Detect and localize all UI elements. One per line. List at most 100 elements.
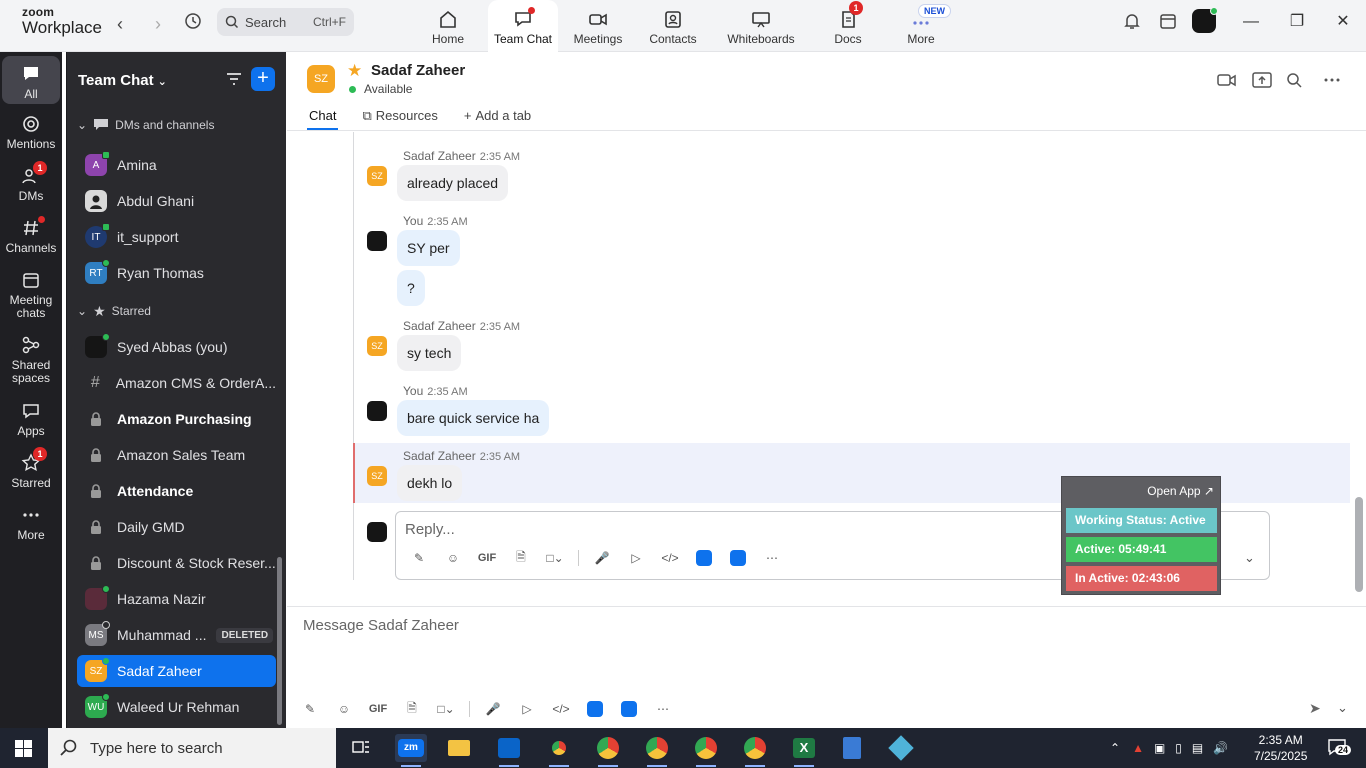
- share-screen-icon[interactable]: [1252, 71, 1272, 89]
- sidebar-item-discount-stock[interactable]: Discount & Stock Reser...: [77, 547, 276, 579]
- tab-chat[interactable]: Chat: [307, 108, 339, 130]
- sidebar-item-amazon-sales-team[interactable]: Amazon Sales Team: [77, 439, 276, 471]
- star-icon[interactable]: ★: [347, 61, 362, 81]
- rail-meeting-chats[interactable]: Meeting chats: [2, 270, 60, 320]
- avatar[interactable]: [367, 231, 387, 251]
- volume-icon[interactable]: 🔊: [1213, 741, 1228, 755]
- rail-more[interactable]: More: [2, 505, 60, 542]
- message-bubble[interactable]: dekh lo: [397, 465, 463, 501]
- file-icon[interactable]: 🗎: [395, 699, 429, 719]
- sidebar-title[interactable]: Team Chat ⌄: [78, 72, 167, 89]
- back-icon[interactable]: ‹: [108, 12, 132, 36]
- section-starred[interactable]: ⌄ ★ Starred: [77, 301, 151, 321]
- app-icon[interactable]: [612, 699, 646, 719]
- network-icon[interactable]: ▤: [1192, 741, 1203, 755]
- taskbar-search[interactable]: Type here to search: [48, 728, 336, 768]
- more-options-icon[interactable]: ⋯: [755, 548, 789, 568]
- sidebar-item-ryan-thomas[interactable]: RT Ryan Thomas: [77, 257, 276, 289]
- avatar[interactable]: [367, 401, 387, 421]
- camera-icon[interactable]: ▣: [1154, 741, 1165, 755]
- screenshot-icon[interactable]: □⌄: [538, 548, 572, 568]
- emoji-icon[interactable]: ☺: [327, 699, 361, 719]
- tab-docs[interactable]: Docs: [813, 0, 883, 52]
- video-message-icon[interactable]: ▷: [619, 548, 653, 568]
- gif-button[interactable]: GIF: [470, 548, 504, 568]
- search-box[interactable]: Search Ctrl+F: [217, 8, 354, 36]
- code-icon[interactable]: </>: [544, 699, 578, 719]
- sidebar-item-muhammad[interactable]: MS Muhammad ... DELETED: [77, 619, 276, 651]
- taskbar-clock[interactable]: 2:35 AM 7/25/2025: [1254, 732, 1307, 764]
- rail-shared-spaces[interactable]: Shared spaces: [2, 335, 60, 385]
- message-bubble[interactable]: bare quick service ha: [397, 400, 550, 436]
- microphone-icon[interactable]: 🎤: [476, 699, 510, 719]
- message-input[interactable]: Message Sadaf Zaheer: [303, 617, 459, 634]
- tab-meetings[interactable]: Meetings: [563, 0, 633, 52]
- rail-channels[interactable]: Channels: [2, 218, 60, 255]
- open-app-link[interactable]: Open App ↗: [1147, 484, 1214, 498]
- bell-icon[interactable]: [1120, 12, 1144, 36]
- format-icon[interactable]: ✎: [402, 548, 436, 568]
- avatar[interactable]: SZ: [367, 166, 387, 186]
- history-icon[interactable]: [181, 12, 205, 36]
- sidebar-item-it-support[interactable]: IT it_support: [77, 221, 276, 253]
- app-icon[interactable]: [885, 734, 917, 762]
- acrobat-icon[interactable]: ▲: [1132, 741, 1144, 755]
- tab-team-chat[interactable]: Team Chat: [488, 0, 558, 52]
- calculator-icon[interactable]: [836, 734, 868, 762]
- sidebar-item-sadaf-zaheer[interactable]: SZ Sadaf Zaheer: [77, 655, 276, 687]
- chrome-icon[interactable]: [641, 734, 673, 767]
- battery-icon[interactable]: ▯: [1175, 741, 1182, 755]
- chevron-up-icon[interactable]: ⌃: [1110, 741, 1120, 755]
- task-view-icon[interactable]: [345, 734, 377, 762]
- search-icon[interactable]: [1285, 71, 1305, 89]
- tab-home[interactable]: Home: [413, 0, 483, 52]
- avatar[interactable]: [1192, 7, 1218, 33]
- chevron-down-icon[interactable]: ⌄: [1244, 550, 1255, 566]
- notification-icon[interactable]: 24: [1327, 738, 1352, 756]
- file-explorer-icon[interactable]: [443, 734, 475, 762]
- tab-whiteboards[interactable]: Whiteboards: [718, 0, 804, 52]
- message-bubble[interactable]: sy tech: [397, 335, 462, 371]
- rail-apps[interactable]: Apps: [2, 401, 60, 438]
- microphone-icon[interactable]: 🎤: [585, 548, 619, 568]
- chat-scrollbar[interactable]: [1355, 497, 1363, 592]
- outlook-icon[interactable]: [493, 734, 525, 767]
- tab-add[interactable]: + Add a tab: [462, 108, 533, 130]
- windows-start-icon[interactable]: [15, 740, 32, 757]
- message-bubble[interactable]: already placed: [397, 165, 509, 201]
- sidebar-item-amazon-purchasing[interactable]: Amazon Purchasing: [77, 403, 276, 435]
- more-options-icon[interactable]: ⋯: [646, 699, 680, 719]
- file-icon[interactable]: 🗎: [504, 548, 538, 568]
- more-options-icon[interactable]: [1322, 71, 1342, 89]
- video-icon[interactable]: [1217, 71, 1237, 89]
- sidebar-item-waleed-ur-rehman[interactable]: WU Waleed Ur Rehman: [77, 691, 276, 723]
- send-icon[interactable]: ➤: [1309, 700, 1321, 717]
- sidebar-item-abdul-ghani[interactable]: Abdul Ghani: [77, 185, 276, 217]
- rail-starred[interactable]: Starred: [2, 453, 60, 490]
- chrome-icon[interactable]: [690, 734, 722, 767]
- sidebar-item-attendance[interactable]: Attendance: [77, 475, 276, 507]
- format-icon[interactable]: ✎: [293, 699, 327, 719]
- message-bubble[interactable]: SY per: [397, 230, 460, 266]
- chrome-icon[interactable]: [592, 734, 624, 767]
- excel-icon[interactable]: X: [788, 734, 820, 767]
- sidebar-item-amina[interactable]: A Amina: [77, 149, 276, 181]
- message-bubble[interactable]: ?: [397, 270, 425, 306]
- app-icon[interactable]: [578, 699, 612, 719]
- tab-contacts[interactable]: Contacts: [638, 0, 708, 52]
- sidebar-item-daily-gmd[interactable]: Daily GMD: [77, 511, 276, 543]
- calendar-icon[interactable]: [1156, 12, 1180, 36]
- sidebar-item-syed-abbas[interactable]: Syed Abbas (you): [77, 331, 276, 363]
- contact-name[interactable]: Sadaf Zaheer: [371, 62, 465, 79]
- avatar[interactable]: SZ: [367, 466, 387, 486]
- section-dms-channels[interactable]: ⌄ DMs and channels: [77, 115, 214, 135]
- contact-avatar[interactable]: SZ: [307, 65, 335, 93]
- chrome-icon[interactable]: [739, 734, 771, 767]
- filter-icon[interactable]: [225, 70, 243, 88]
- screenshot-icon[interactable]: □⌄: [429, 699, 463, 719]
- emoji-icon[interactable]: ☺: [436, 548, 470, 568]
- sidebar-item-amazon-cms[interactable]: # Amazon CMS & OrderA...: [77, 367, 276, 399]
- gif-button[interactable]: GIF: [361, 699, 395, 719]
- minimize-icon[interactable]: —: [1236, 10, 1266, 34]
- app-icon[interactable]: [721, 548, 755, 568]
